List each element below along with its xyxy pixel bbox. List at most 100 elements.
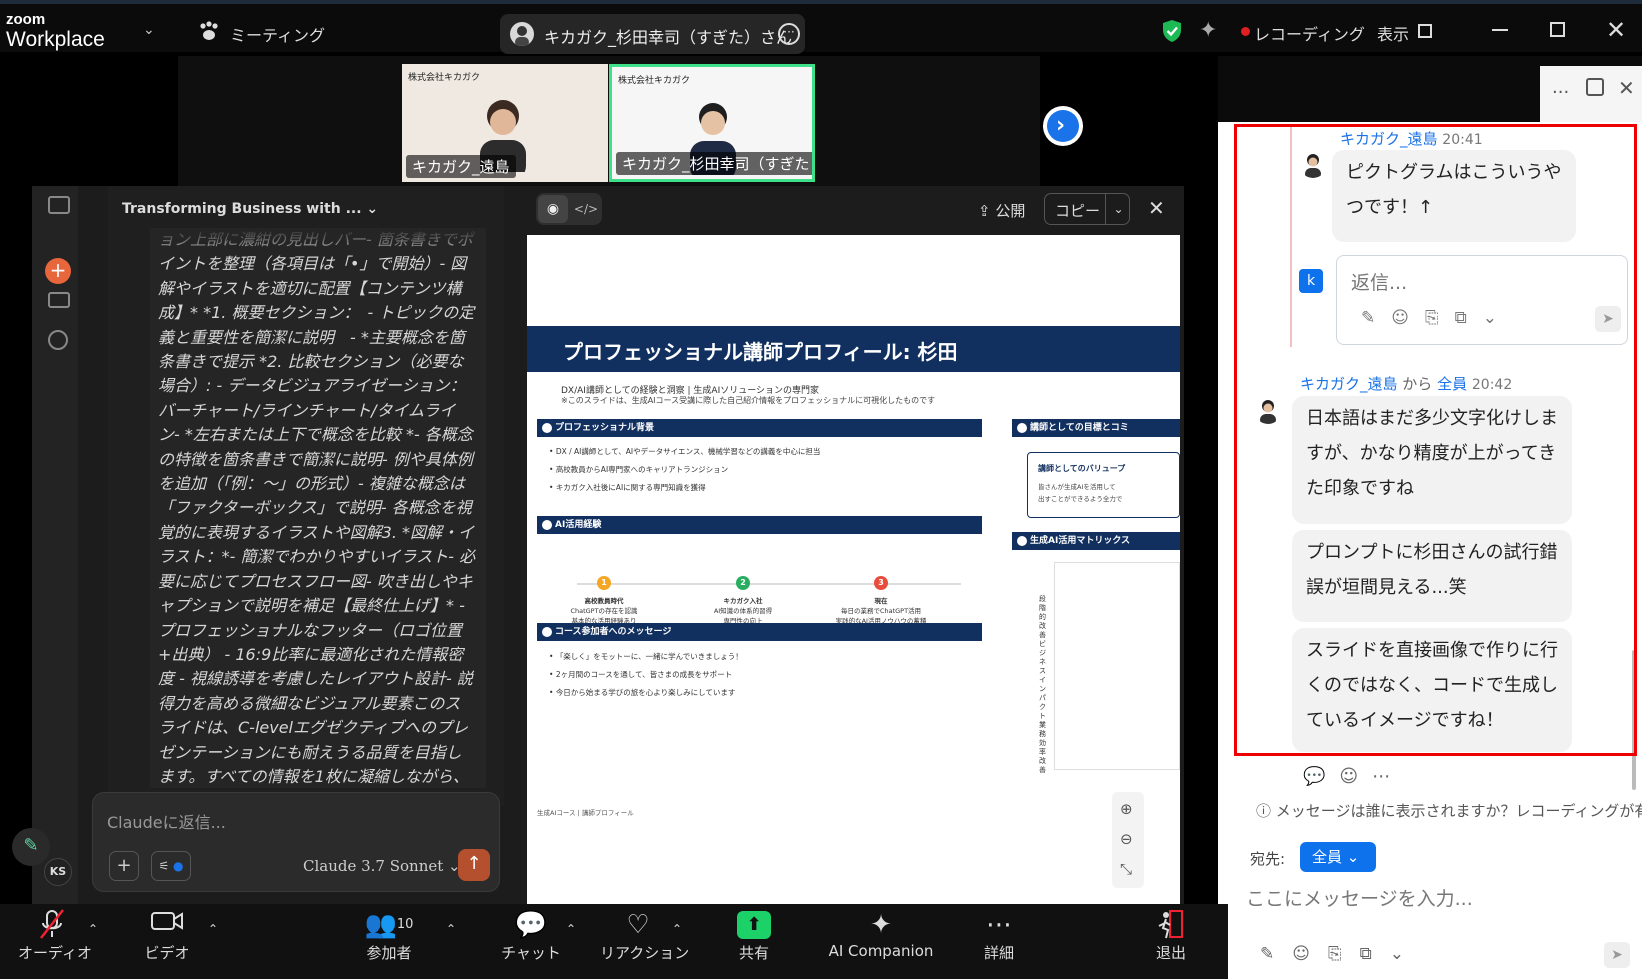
preview-eye-icon[interactable]: ◉: [538, 195, 568, 223]
meeting-paw-icon: [200, 21, 218, 40]
message-bubble[interactable]: プロンプトに杉田さんの試行錯誤が垣間見える...笑: [1292, 530, 1572, 622]
attach-plus-button[interactable]: +: [109, 851, 139, 881]
message-composer[interactable]: ここにメッセージを入力...: [1246, 884, 1473, 911]
ai-companion-sparkle-icon: ✦: [870, 910, 892, 940]
thread-line: [1290, 127, 1292, 347]
publish-button[interactable]: ⇪ 公開: [978, 200, 1025, 221]
reactions-button[interactable]: ♡ リアクション: [600, 908, 690, 963]
thumb-company: 株式会社キカガク: [618, 76, 691, 86]
section-message: コース参加者へのメッセージ: [537, 623, 982, 641]
timeline-dot: 1: [597, 576, 611, 590]
user-avatar[interactable]: KS: [44, 858, 72, 886]
close-chat-icon[interactable]: ✕: [1618, 76, 1635, 100]
chats-icon[interactable]: [48, 330, 68, 350]
sender-avatar: [1254, 396, 1282, 424]
send-button[interactable]: ↑: [458, 849, 490, 881]
view-grid-icon[interactable]: [1418, 24, 1432, 38]
recipient-name[interactable]: 全員: [1437, 375, 1467, 393]
zoom-in-icon[interactable]: ⊕: [1120, 800, 1133, 818]
participants-button[interactable]: 👥10 参加者: [352, 908, 426, 963]
recipient-dropdown[interactable]: 全員 ⌄: [1300, 842, 1376, 872]
audio-button[interactable]: オーディオ: [18, 908, 92, 963]
participants-count: 10: [396, 917, 414, 932]
heart-icon: ♡: [626, 910, 650, 940]
more-options-icon[interactable]: ···: [778, 23, 800, 45]
model-selector[interactable]: Claude 3.7 Sonnet ⌄: [303, 857, 461, 875]
reply-send-icon[interactable]: ➤: [1595, 306, 1621, 332]
top-fade: [150, 228, 486, 258]
minimize-icon[interactable]: [1492, 29, 1508, 31]
new-chat-button[interactable]: +: [45, 258, 71, 284]
composer-send-icon[interactable]: ➤: [1604, 942, 1630, 968]
close-artifact-icon[interactable]: ✕: [1148, 196, 1165, 220]
view-menu[interactable]: 表示: [1377, 21, 1409, 45]
claude-input-box[interactable]: Claudeに返信... + ⚟ ● Claude 3.7 Sonnet ⌄ ↑: [92, 792, 500, 892]
value-title: 講師としてのバリュープ: [1038, 464, 1126, 473]
visibility-notice[interactable]: ⓘ メッセージは誰に表示されますか？レコーディングが有効: [1256, 800, 1642, 821]
sidebar-toggle-icon[interactable]: [48, 196, 70, 214]
tools-button[interactable]: ⚟ ●: [151, 851, 191, 881]
mic-muted-icon: [18, 908, 86, 942]
value-line: 出すことができるよう全力で: [1038, 495, 1123, 503]
participant-video-sugita[interactable]: 株式会社キカガク キカガク_杉田幸司（すぎた: [609, 64, 815, 182]
bullet: • 「楽しく」をモットーに、一緒に学んでいきましょう！: [549, 652, 743, 661]
participant-video-tojima[interactable]: 株式会社キカガク キカガク_遠島: [402, 64, 608, 182]
pop-out-icon[interactable]: [1586, 78, 1604, 96]
maximize-icon[interactable]: [1550, 22, 1565, 37]
more-button[interactable]: ⋯ 詳細: [968, 908, 1030, 963]
chevron-down-icon[interactable]: ⌄: [143, 22, 155, 38]
reactions-caret-icon[interactable]: ⌃: [672, 922, 682, 936]
code-icon[interactable]: </>: [572, 195, 600, 223]
reply-input[interactable]: 返信... ✎☺⎘⧉⌄ ➤: [1336, 255, 1628, 345]
fit-screen-icon[interactable]: ⤡: [1120, 860, 1132, 878]
leave-button[interactable]: 退出: [1140, 908, 1202, 963]
composer-format-icons[interactable]: ✎☺⎘⧉⌄: [1260, 944, 1422, 964]
participants-icon: 👥10: [364, 910, 414, 940]
zoom-out-icon[interactable]: ⊖: [1120, 830, 1133, 848]
window-close-icon[interactable]: ✕: [1606, 16, 1626, 44]
chat-more-icon[interactable]: ···: [1552, 82, 1569, 103]
copy-button[interactable]: コピー ⌄: [1044, 193, 1130, 225]
recording-label[interactable]: レコーディング: [1254, 21, 1365, 45]
message-time: 20:41: [1442, 132, 1483, 148]
meeting-menu[interactable]: ミーティング: [230, 22, 325, 46]
audio-caret-icon[interactable]: ⌃: [88, 922, 98, 936]
reactions-label: リアクション: [600, 944, 690, 962]
window-top-edge: [0, 0, 1642, 4]
ai-sparkle-icon[interactable]: ✦: [1199, 18, 1217, 43]
section-matrix: 生成AI活用マトリックス: [1012, 532, 1180, 550]
conversation-title-text: Transforming Business with ...: [122, 201, 362, 217]
chat-scrollbar[interactable]: [1632, 650, 1636, 790]
encryption-shield-icon[interactable]: [1161, 19, 1183, 43]
projects-icon[interactable]: [48, 292, 70, 308]
logo-zoom-text: zoom: [6, 11, 46, 28]
message-header: キカガク_遠島 20:41: [1340, 128, 1483, 149]
ai-companion-button[interactable]: ✦ AI Companion: [822, 908, 940, 960]
reply-placeholder: 返信...: [1351, 272, 1408, 294]
message-actions[interactable]: 💬☺⋯: [1303, 766, 1404, 787]
conversation-title[interactable]: Transforming Business with ... ⌄: [122, 201, 378, 217]
participants-caret-icon[interactable]: ⌃: [446, 922, 456, 936]
message-bubble[interactable]: 日本語はまだ多少文字化けしますが、かなり精度が上がってきた印象ですね: [1292, 396, 1572, 524]
preview-code-toggle[interactable]: ◉ </>: [536, 193, 602, 225]
message-bubble[interactable]: ピクトグラムはこういうやつです！↑: [1332, 150, 1576, 242]
video-caret-icon[interactable]: ⌃: [208, 922, 218, 936]
message-bubble[interactable]: スライドを直接画像で作りに行くのではなく、コードで生成しているイメージですね！: [1292, 628, 1572, 752]
chevron-down-icon[interactable]: ⌄: [1105, 194, 1131, 224]
video-button[interactable]: ビデオ: [136, 908, 198, 963]
annotate-pencil-icon[interactable]: ✎: [12, 828, 50, 866]
reply-format-icons[interactable]: ✎☺⎘⧉⌄: [1361, 308, 1513, 328]
share-label: 共有: [738, 944, 769, 962]
zoom-logo[interactable]: zoom Workplace: [6, 12, 105, 50]
active-speaker-pill[interactable]: キカガク_杉田幸司（すぎた）さん ···: [500, 14, 805, 54]
sender-name[interactable]: キカガク_遠島: [1300, 375, 1398, 393]
chevron-right-icon[interactable]: ›: [1056, 113, 1065, 138]
chat-caret-icon[interactable]: ⌃: [566, 922, 576, 936]
slide-title: プロフェッショナル講師プロフィール: 杉田: [563, 340, 958, 364]
message-time: 20:42: [1471, 377, 1513, 393]
timeline-line: [577, 583, 961, 585]
chat-button[interactable]: 💬 チャット: [500, 908, 562, 963]
sender-name[interactable]: キカガク_遠島: [1340, 130, 1438, 148]
share-button[interactable]: ⬆ 共有: [722, 908, 786, 963]
chat-label: チャット: [501, 944, 561, 962]
